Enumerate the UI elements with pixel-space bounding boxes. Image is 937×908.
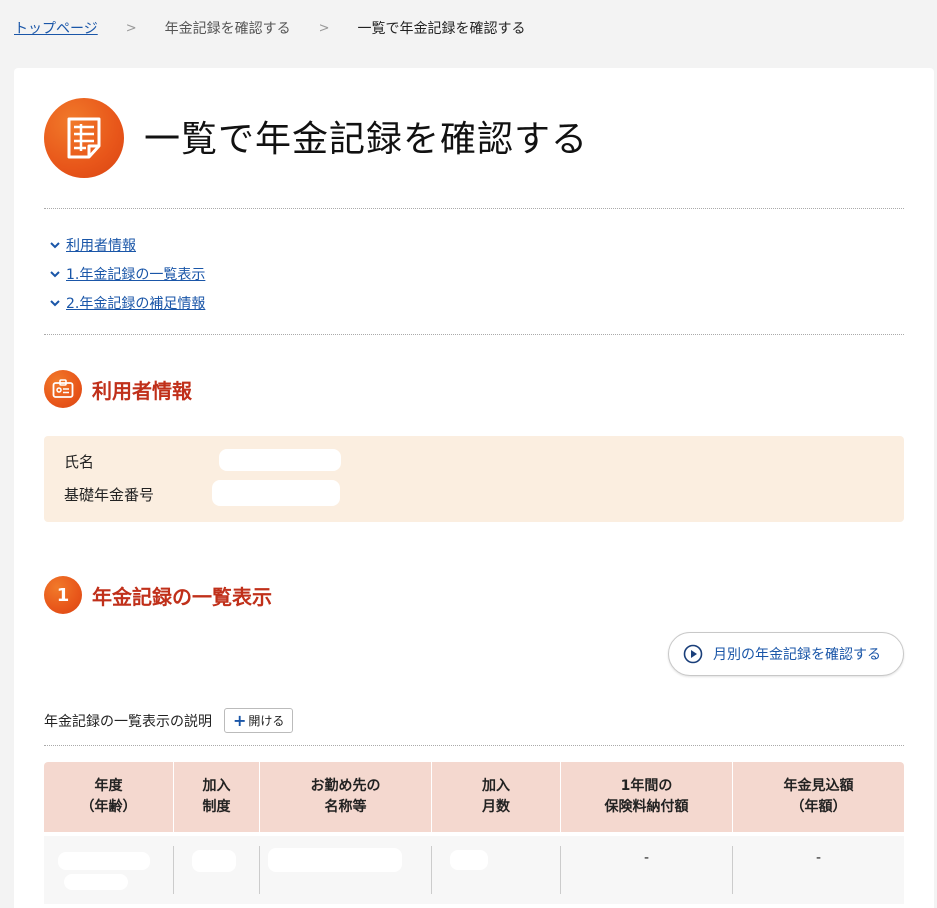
- column-header-line: 加入: [202, 778, 231, 794]
- column-header-line: 制度: [202, 799, 231, 815]
- column-header-line: お勤め先の: [310, 778, 381, 794]
- column-header-line: 月数: [482, 799, 510, 815]
- monthly-records-button[interactable]: 月別の年金記録を確認する: [668, 632, 904, 676]
- toc-link[interactable]: 1.年金記録の一覧表示: [66, 264, 205, 284]
- id-card-icon: [44, 370, 82, 408]
- column-header-line: 1年間の: [620, 778, 673, 794]
- redacted-value: [58, 852, 150, 870]
- user-info-box: 氏名 基礎年金番号: [44, 436, 904, 522]
- column-header-line: （年額）: [790, 799, 847, 815]
- toc-link[interactable]: 2.年金記録の補足情報: [66, 293, 205, 313]
- chevron-down-icon: [50, 270, 60, 277]
- column-header-employer: お勤め先の 名称等: [260, 762, 432, 832]
- column-header-year: 年度 （年齢）: [44, 762, 174, 832]
- section-header-user-info: 利用者情報: [44, 370, 192, 408]
- cell-months: [432, 846, 561, 894]
- table-of-contents: 利用者情報 1.年金記録の一覧表示 2.年金記録の補足情報: [48, 230, 205, 317]
- breadcrumb: トップページ > 年金記録を確認する > 一覧で年金記録を確認する: [14, 17, 526, 39]
- chevron-down-icon: [50, 299, 60, 306]
- column-header-line: 年度: [94, 778, 123, 794]
- pension-records-table: 年度 （年齢） 加入 制度 お勤め先の 名称等 加入 月数 1年間の 保険料納付…: [44, 762, 904, 904]
- column-header-estimate: 年金見込額 （年額）: [733, 762, 904, 832]
- column-header-premium: 1年間の 保険料納付額: [561, 762, 733, 832]
- cell-system: [174, 846, 260, 894]
- redacted-value: [450, 850, 488, 870]
- toc-link[interactable]: 利用者情報: [66, 235, 136, 255]
- breadcrumb-separator: >: [318, 20, 330, 36]
- divider: [44, 745, 904, 746]
- expand-explanation-button[interactable]: + 開ける: [224, 708, 294, 733]
- records-explanation: 年金記録の一覧表示の説明 + 開ける: [44, 708, 294, 733]
- redacted-value: [192, 850, 236, 872]
- section-title-user-info: 利用者情報: [92, 378, 192, 403]
- explanation-label: 年金記録の一覧表示の説明: [44, 713, 212, 730]
- monthly-records-label: 月別の年金記録を確認する: [713, 647, 881, 663]
- column-header-line: 年金見込額: [783, 778, 854, 794]
- cell-year: [44, 846, 174, 894]
- redacted-value: [268, 848, 402, 872]
- toc-item-user-info[interactable]: 利用者情報: [48, 230, 205, 259]
- redacted-value: [64, 874, 128, 890]
- document-table-icon: [44, 98, 124, 178]
- toc-item-records-supplement[interactable]: 2.年金記録の補足情報: [48, 288, 205, 317]
- divider: [44, 208, 904, 209]
- user-name-label: 氏名: [64, 453, 95, 471]
- play-circle-icon: [683, 644, 703, 664]
- column-header-line: （年齢）: [80, 799, 137, 815]
- redacted-value: [212, 480, 340, 506]
- divider: [44, 334, 904, 335]
- table-row: - -: [44, 836, 904, 904]
- column-header-system: 加入 制度: [174, 762, 260, 832]
- breadcrumb-top-link[interactable]: トップページ: [14, 18, 98, 38]
- section-number-badge: 1: [44, 576, 82, 614]
- column-header-line: 名称等: [324, 799, 367, 815]
- chevron-down-icon: [50, 241, 60, 248]
- main-card: 一覧で年金記録を確認する 利用者情報 1.年金記録の一覧表示 2.年金記録の補足…: [14, 68, 934, 908]
- page-title: 一覧で年金記録を確認する: [144, 119, 589, 160]
- column-header-months: 加入 月数: [432, 762, 561, 832]
- toc-item-records-list[interactable]: 1.年金記録の一覧表示: [48, 259, 205, 288]
- basic-pension-number-label: 基礎年金番号: [64, 486, 155, 504]
- section-header-records: 1 年金記録の一覧表示: [44, 576, 272, 614]
- redacted-value: [219, 449, 341, 471]
- plus-icon: +: [233, 710, 247, 730]
- expand-button-label: 開ける: [248, 714, 285, 728]
- breadcrumb-separator: >: [125, 20, 137, 36]
- table-header: 年度 （年齢） 加入 制度 お勤め先の 名称等 加入 月数 1年間の 保険料納付…: [44, 762, 904, 832]
- section-title-records: 年金記録の一覧表示: [92, 584, 272, 609]
- column-header-line: 保険料納付額: [604, 799, 689, 815]
- breadcrumb-item-records: 年金記録を確認する: [164, 21, 291, 37]
- cell-employer: [260, 846, 432, 894]
- breadcrumb-current: 一覧で年金記録を確認する: [357, 21, 526, 37]
- cell-premium: -: [561, 846, 733, 894]
- cell-estimate: -: [815, 850, 822, 866]
- column-header-line: 加入: [482, 778, 510, 794]
